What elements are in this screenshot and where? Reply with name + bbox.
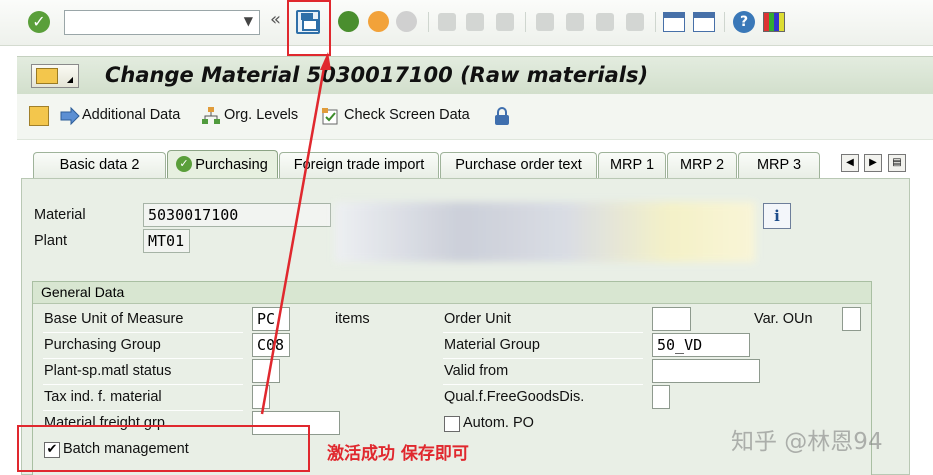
base-uom-label: Base Unit of Measure	[44, 311, 184, 327]
material-group-label: Material Group	[444, 337, 540, 353]
back-icon[interactable]	[338, 11, 359, 32]
row-divider	[43, 358, 243, 359]
tab-foreign-trade-import[interactable]: Foreign trade import	[279, 152, 439, 178]
tax-ind-field[interactable]	[252, 385, 270, 409]
system-toolbar: ✓ ▼ « ?	[0, 0, 933, 46]
toolbar-separator	[525, 12, 526, 32]
org-levels-icon[interactable]	[201, 106, 221, 126]
general-data-title: General Data	[33, 282, 871, 304]
order-unit-field[interactable]	[652, 307, 691, 331]
order-unit-label: Order Unit	[444, 311, 511, 327]
layout-icon[interactable]	[763, 12, 785, 32]
find-next-icon[interactable]	[496, 13, 514, 31]
var-oun-label: Var. OUn	[754, 311, 813, 327]
help-icon[interactable]: ?	[733, 11, 755, 33]
last-page-icon[interactable]	[626, 13, 644, 31]
tab-purchasing[interactable]: ✓ Purchasing	[167, 150, 278, 178]
material-group-field[interactable]: 50_VD	[652, 333, 750, 357]
title-bar: ◢ Change Material 5030017100 (Raw materi…	[17, 56, 933, 94]
tab-mrp-3[interactable]: MRP 3	[738, 152, 820, 178]
application-toolbar: Additional Data Org. Levels Check Screen…	[17, 94, 933, 140]
row-divider	[43, 384, 243, 385]
tab-scroll-right-icon[interactable]: ▶	[864, 154, 882, 172]
find-icon[interactable]	[466, 13, 484, 31]
save-highlight-box	[287, 0, 331, 56]
tab-list-icon[interactable]: ▤	[888, 154, 906, 172]
annotation-text: 激活成功 保存即可	[327, 444, 469, 464]
check-screen-data-button[interactable]: Check Screen Data	[344, 107, 470, 123]
plant-status-field[interactable]	[252, 359, 280, 383]
tab-basic-data-2[interactable]: Basic data 2	[33, 152, 166, 178]
plant-label: Plant	[34, 233, 68, 249]
toolbar-separator	[655, 12, 656, 32]
print-icon[interactable]	[438, 13, 456, 31]
chevron-down-icon[interactable]: ▼	[244, 14, 253, 28]
first-page-icon[interactable]	[536, 13, 554, 31]
tab-label: Purchasing	[195, 157, 268, 173]
prev-page-icon[interactable]	[566, 13, 584, 31]
tab-mrp-1[interactable]: MRP 1	[598, 152, 666, 178]
autom-po-label: Autom. PO	[463, 415, 534, 431]
exit-icon[interactable]	[368, 11, 389, 32]
tab-purchase-order-text[interactable]: Purchase order text	[440, 152, 597, 178]
row-divider	[43, 332, 243, 333]
row-divider	[443, 358, 643, 359]
cancel-icon[interactable]	[396, 11, 417, 32]
base-uom-field[interactable]: PC	[252, 307, 290, 331]
purchasing-group-label: Purchasing Group	[44, 337, 161, 353]
screen-menu-button[interactable]: ◢	[31, 64, 79, 88]
additional-data-button[interactable]: Additional Data	[82, 107, 180, 123]
plant-field[interactable]: MT01	[143, 229, 190, 253]
qual-free-goods-field[interactable]	[652, 385, 670, 409]
material-label: Material	[34, 207, 86, 223]
toolbar-separator	[428, 12, 429, 32]
check-icon: ✓	[176, 156, 192, 172]
check-screen-icon[interactable]	[320, 106, 340, 126]
arrow-right-icon[interactable]	[60, 106, 80, 126]
views-icon[interactable]	[29, 106, 49, 126]
autom-po-checkbox[interactable]	[444, 416, 460, 432]
shortcut-icon[interactable]	[693, 12, 715, 32]
plant-status-label: Plant-sp.matl status	[44, 363, 172, 379]
valid-from-field[interactable]	[652, 359, 760, 383]
info-icon[interactable]: i	[763, 203, 791, 229]
qual-free-goods-label: Qual.f.FreeGoodsDis.	[444, 389, 585, 405]
row-divider	[43, 410, 243, 411]
var-oun-field[interactable]	[842, 307, 861, 331]
command-field[interactable]: ▼	[64, 10, 260, 35]
purchasing-group-field[interactable]: C08	[252, 333, 290, 357]
tab-scroll-left-icon[interactable]: ◀	[841, 154, 859, 172]
material-field[interactable]: 5030017100	[143, 203, 331, 227]
valid-from-label: Valid from	[444, 363, 509, 379]
new-session-icon[interactable]	[663, 12, 685, 32]
tab-mrp-2[interactable]: MRP 2	[667, 152, 737, 178]
triangle-icon: ◢	[66, 75, 73, 84]
lock-icon[interactable]	[492, 106, 512, 126]
enter-icon[interactable]: ✓	[28, 11, 50, 33]
org-levels-button[interactable]: Org. Levels	[224, 107, 298, 123]
page-title: Change Material 5030017100 (Raw material…	[105, 63, 649, 87]
material-description-blurred	[335, 202, 755, 262]
tax-ind-label: Tax ind. f. material	[44, 389, 162, 405]
row-divider	[443, 332, 643, 333]
watermark: 知乎 @林恩94	[731, 429, 883, 455]
menu-icon	[36, 68, 58, 84]
toolbar-separator	[724, 12, 725, 32]
next-page-icon[interactable]	[596, 13, 614, 31]
base-uom-text: items	[335, 311, 370, 327]
batch-highlight-box	[17, 425, 310, 472]
row-divider	[443, 384, 643, 385]
